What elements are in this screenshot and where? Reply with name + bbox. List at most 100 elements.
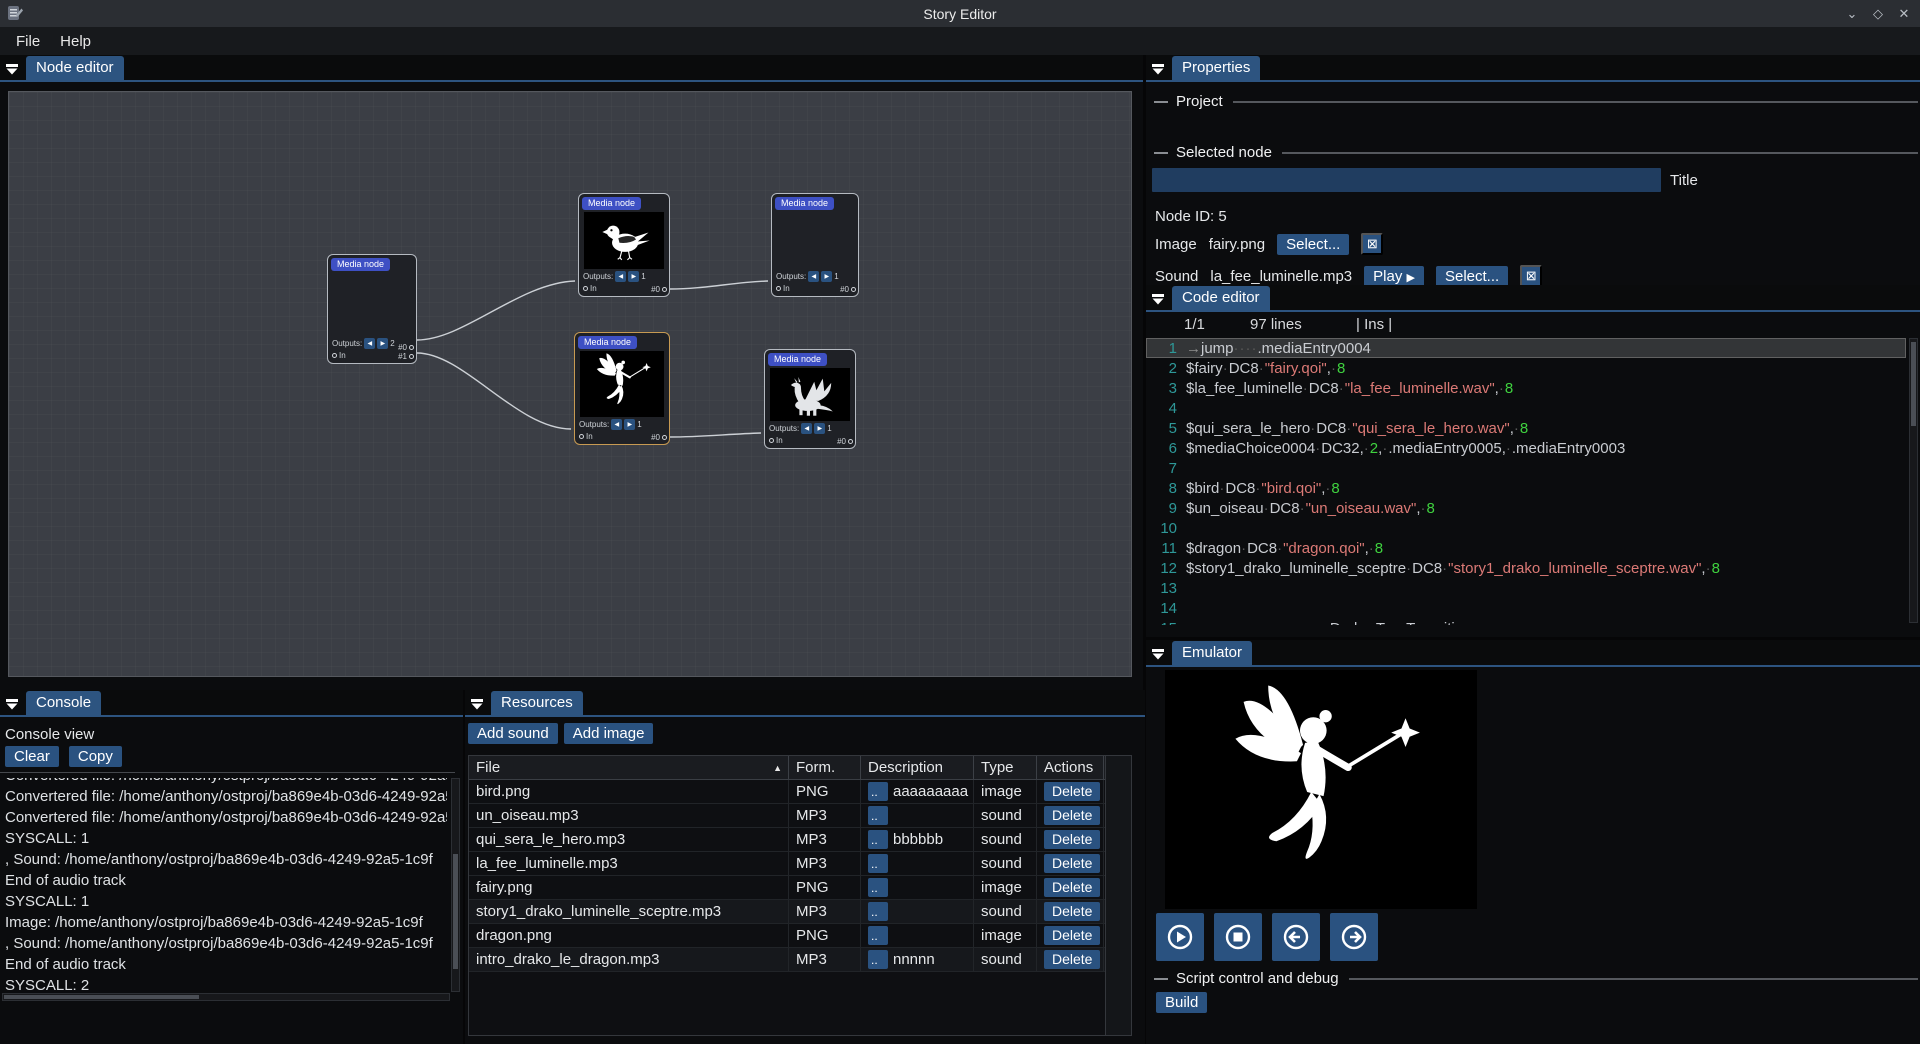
delete-button[interactable]: Delete [1044, 854, 1100, 873]
edit-description-button[interactable]: .. [868, 902, 888, 921]
menu-help[interactable]: Help [50, 29, 101, 54]
outputs-increment-button[interactable]: ▶ [628, 271, 639, 282]
graph-node-2[interactable]: Media nodeOutputs:◀▶1In#0 [771, 193, 859, 297]
scrollbar-thumb[interactable] [4, 995, 199, 999]
outputs-decrement-button[interactable]: ◀ [615, 271, 626, 282]
input-port[interactable] [583, 286, 588, 291]
column-header-file[interactable]: File ▲ [469, 756, 789, 779]
delete-button[interactable]: Delete [1044, 782, 1100, 801]
image-select-button[interactable]: Select... [1277, 234, 1349, 255]
column-header-actions[interactable]: Actions [1037, 756, 1104, 779]
table-row[interactable]: la_fee_luminelle.mp3MP3..soundDelete [469, 852, 1131, 876]
title-input[interactable] [1152, 168, 1661, 192]
outputs-decrement-button[interactable]: ◀ [364, 338, 375, 349]
console-horizontal-scrollbar[interactable] [2, 993, 450, 1001]
input-port[interactable] [579, 434, 584, 439]
collapse-icon[interactable] [1152, 64, 1165, 75]
edit-description-button[interactable]: .. [868, 950, 888, 969]
clear-button[interactable]: Clear [5, 746, 59, 767]
output-port[interactable] [662, 287, 667, 292]
table-row[interactable]: un_oiseau.mp3MP3..soundDelete [469, 804, 1131, 828]
tab-console[interactable]: Console [26, 691, 101, 715]
code-line: 13 [1146, 578, 1906, 598]
resources-scrollbar-track[interactable] [1105, 756, 1131, 1035]
outputs-decrement-button[interactable]: ◀ [801, 423, 812, 434]
outputs-decrement-button[interactable]: ◀ [611, 419, 622, 430]
output-port[interactable] [851, 287, 856, 292]
delete-button[interactable]: Delete [1044, 926, 1100, 945]
graph-node-1[interactable]: Media nodeOutputs:◀▶1In#0 [578, 193, 670, 297]
table-row[interactable]: qui_sera_le_hero.mp3MP3..bbbbbbsoundDele… [469, 828, 1131, 852]
play-button[interactable] [1156, 913, 1204, 961]
edit-description-button[interactable]: .. [868, 782, 888, 801]
cell-format: MP3 [789, 804, 861, 827]
column-header-type[interactable]: Type [974, 756, 1037, 779]
collapse-icon[interactable] [6, 64, 19, 75]
tab-node-editor[interactable]: Node editor [26, 56, 124, 80]
input-port[interactable] [769, 438, 774, 443]
collapse-icon[interactable] [6, 699, 19, 710]
sound-select-button[interactable]: Select... [1436, 266, 1508, 287]
input-port-label: In [783, 284, 790, 293]
table-row[interactable]: story1_drako_luminelle_sceptre.mp3MP3..s… [469, 900, 1131, 924]
graph-node-0[interactable]: Media nodeOutputs:◀▶2In#0#1 [327, 254, 417, 364]
tab-code-editor[interactable]: Code editor [1172, 286, 1270, 310]
outputs-decrement-button[interactable]: ◀ [808, 271, 819, 282]
tab-emulator[interactable]: Emulator [1172, 641, 1252, 665]
step-back-button[interactable] [1272, 913, 1320, 961]
code-text-area[interactable]: 1→jump····.mediaEntry00042$fairy·DC8·"fa… [1146, 338, 1906, 625]
graph-node-3[interactable]: Media nodeOutputs:◀▶1In#0 [574, 332, 670, 445]
minimize-button[interactable]: ⌄ [1844, 6, 1860, 22]
graph-node-4[interactable]: Media nodeOutputs:◀▶1In#0 [764, 349, 856, 449]
menu-file[interactable]: File [6, 29, 50, 54]
add-sound-button[interactable]: Add sound [468, 723, 558, 744]
tab-resources[interactable]: Resources [491, 691, 583, 715]
console-vertical-scrollbar[interactable] [451, 778, 460, 992]
edit-description-button[interactable]: .. [868, 830, 888, 849]
stop-button[interactable] [1214, 913, 1262, 961]
outputs-increment-button[interactable]: ▶ [624, 419, 635, 430]
output-port-label: #0 [840, 285, 849, 294]
delete-button[interactable]: Delete [1044, 950, 1100, 969]
outputs-increment-button[interactable]: ▶ [377, 338, 388, 349]
build-button[interactable]: Build [1156, 992, 1207, 1013]
output-port[interactable] [848, 439, 853, 444]
delete-button[interactable]: Delete [1044, 806, 1100, 825]
close-button[interactable]: ✕ [1896, 6, 1912, 22]
collapse-icon[interactable] [471, 699, 484, 710]
delete-button[interactable]: Delete [1044, 902, 1100, 921]
edit-description-button[interactable]: .. [868, 926, 888, 945]
delete-button[interactable]: Delete [1044, 830, 1100, 849]
table-row[interactable]: intro_drako_le_dragon.mp3MP3..nnnnnsound… [469, 948, 1131, 972]
scrollbar-thumb[interactable] [1911, 342, 1916, 426]
outputs-increment-button[interactable]: ▶ [814, 423, 825, 434]
output-port[interactable] [662, 435, 667, 440]
scrollbar-thumb[interactable] [453, 854, 458, 969]
outputs-increment-button[interactable]: ▶ [821, 271, 832, 282]
maximize-button[interactable]: ◇ [1870, 6, 1886, 22]
output-port[interactable] [409, 345, 414, 350]
sound-clear-button[interactable]: ⊠ [1520, 265, 1542, 287]
edit-description-button[interactable]: .. [868, 806, 888, 825]
collapse-icon[interactable] [1152, 294, 1165, 305]
tab-properties[interactable]: Properties [1172, 56, 1260, 80]
node-canvas[interactable]: Media nodeOutputs:◀▶2In#0#1 Media nodeOut… [8, 91, 1132, 677]
sound-play-button[interactable]: Play ▶ [1364, 266, 1424, 287]
edit-description-button[interactable]: .. [868, 878, 888, 897]
output-port[interactable] [409, 354, 414, 359]
input-port[interactable] [332, 353, 337, 358]
column-header-format[interactable]: Form. [789, 756, 861, 779]
add-image-button[interactable]: Add image [564, 723, 654, 744]
code-vertical-scrollbar[interactable] [1909, 338, 1918, 623]
copy-button[interactable]: Copy [69, 746, 122, 767]
delete-button[interactable]: Delete [1044, 878, 1100, 897]
table-row[interactable]: fairy.pngPNG..imageDelete [469, 876, 1131, 900]
edit-description-button[interactable]: .. [868, 854, 888, 873]
table-row[interactable]: dragon.pngPNG..imageDelete [469, 924, 1131, 948]
column-header-description[interactable]: Description [861, 756, 974, 779]
input-port[interactable] [776, 286, 781, 291]
step-forward-button[interactable] [1330, 913, 1378, 961]
collapse-icon[interactable] [1152, 649, 1165, 660]
image-clear-button[interactable]: ⊠ [1361, 233, 1383, 255]
table-row[interactable]: bird.pngPNG..aaaaaaaaaimageDelete [469, 780, 1131, 804]
